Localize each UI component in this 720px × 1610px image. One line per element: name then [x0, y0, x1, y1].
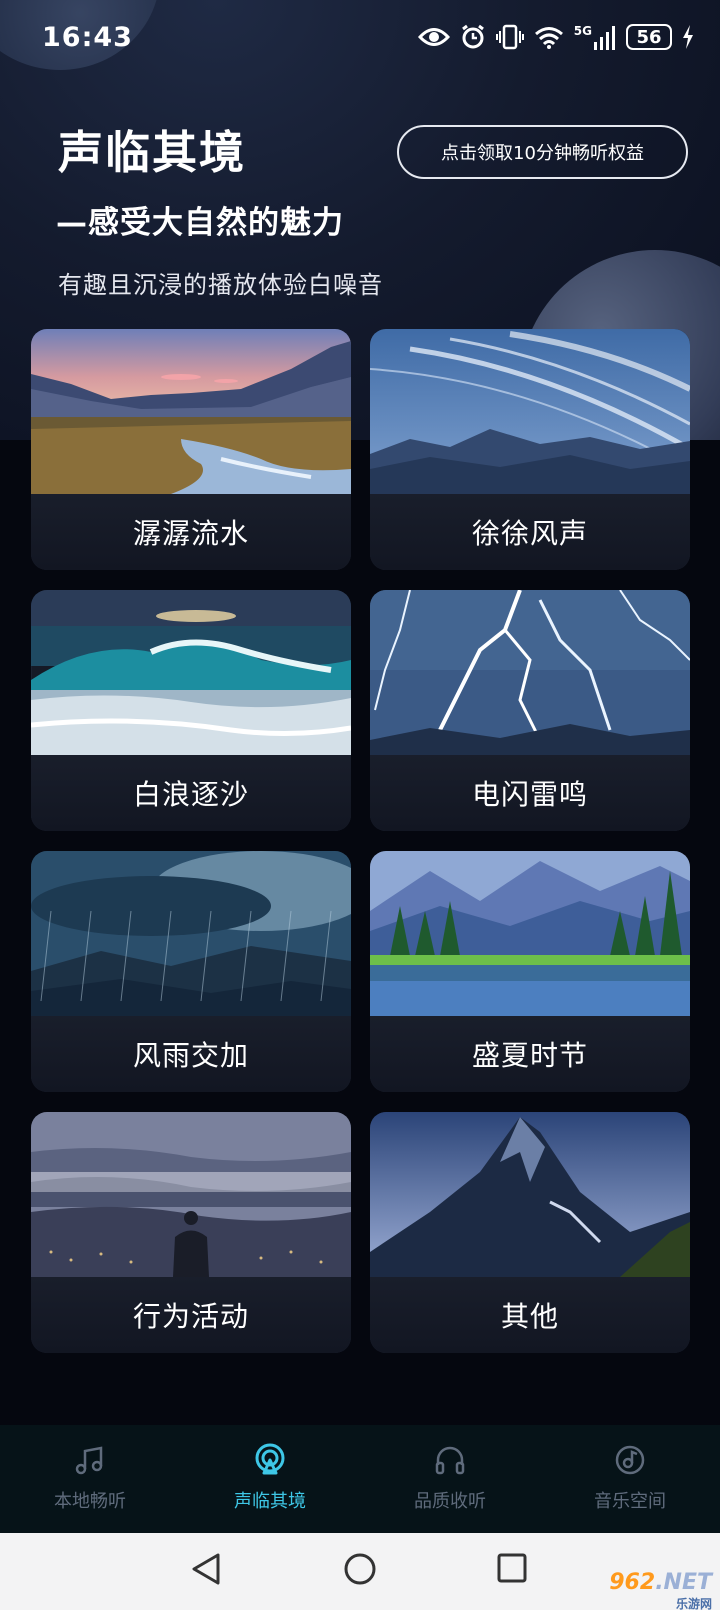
music-note-icon — [75, 1446, 103, 1475]
wind-streaks-image — [370, 329, 690, 494]
signal-icon — [594, 26, 615, 50]
back-icon[interactable] — [190, 1552, 222, 1586]
eye-icon — [417, 28, 450, 46]
scene-label: 潺潺流水 — [31, 494, 351, 570]
recents-icon[interactable] — [496, 1552, 528, 1584]
tab-immersive[interactable]: 声临其境 — [180, 1425, 360, 1533]
tab-quality-listening[interactable]: 品质收听 — [360, 1425, 540, 1533]
misty-person-image — [31, 1112, 351, 1277]
page-title: 声临其境 — [58, 126, 247, 179]
scene-card-rain[interactable]: 风雨交加 — [31, 851, 351, 1092]
nav-label: 本地畅听 — [54, 1491, 126, 1512]
vibrate-icon — [495, 24, 524, 50]
page-description: 有趣且沉浸的播放体验白噪音 — [58, 271, 383, 299]
scene-card-lightning[interactable]: 电闪雷鸣 — [370, 590, 690, 831]
scene-card-activity[interactable]: 行为活动 — [31, 1112, 351, 1353]
summer-lake-image — [370, 851, 690, 1016]
mountain-peak-image — [370, 1112, 690, 1277]
music-disc-icon — [615, 1445, 645, 1475]
lightning-image — [370, 590, 690, 755]
scene-card-wave[interactable]: 白浪逐沙 — [31, 590, 351, 831]
scene-label: 电闪雷鸣 — [370, 755, 690, 831]
bottom-navigation: 本地畅听 声临其境 品质收听 音乐空间 — [0, 1425, 720, 1533]
scene-grid: 潺潺流水 徐徐风声 白浪逐沙 电闪雷鸣 风雨交加 盛夏时节 行为活动 其他 — [31, 329, 690, 1353]
scene-label: 白浪逐沙 — [31, 755, 351, 831]
tab-music-space[interactable]: 音乐空间 — [540, 1425, 720, 1533]
battery-indicator: 56 — [626, 24, 672, 50]
scene-card-summer[interactable]: 盛夏时节 — [370, 851, 690, 1092]
home-icon[interactable] — [343, 1552, 377, 1586]
ocean-wave-image — [31, 590, 351, 755]
scene-card-wind[interactable]: 徐徐风声 — [370, 329, 690, 570]
scene-card-stream[interactable]: 潺潺流水 — [31, 329, 351, 570]
scene-label: 盛夏时节 — [370, 1016, 690, 1092]
scene-card-other[interactable]: 其他 — [370, 1112, 690, 1353]
stream-meadow-image — [31, 329, 351, 494]
watermark-text: 乐游网 — [675, 1597, 712, 1610]
broadcast-icon — [255, 1443, 285, 1475]
watermark-suffix: .NET — [655, 1570, 712, 1595]
charging-icon — [683, 25, 693, 49]
scene-label: 徐徐风声 — [370, 494, 690, 570]
network-type: 5G — [573, 24, 592, 38]
wifi-icon — [534, 27, 563, 49]
tab-local-listening[interactable]: 本地畅听 — [0, 1425, 180, 1533]
headphones-icon — [435, 1446, 465, 1475]
battery-level: 56 — [636, 26, 662, 48]
scene-label: 其他 — [370, 1277, 690, 1353]
nav-label: 音乐空间 — [594, 1491, 666, 1512]
status-time: 16:43 — [42, 22, 133, 53]
watermark-number: 962 — [609, 1570, 656, 1595]
claim-trial-button[interactable]: 点击领取10分钟畅听权益 — [397, 125, 688, 179]
nav-label: 声临其境 — [234, 1491, 306, 1512]
nav-label: 品质收听 — [414, 1491, 486, 1512]
scene-label: 风雨交加 — [31, 1016, 351, 1092]
status-bar: 16:43 5G 56 — [0, 0, 720, 84]
scene-label: 行为活动 — [31, 1277, 351, 1353]
site-watermark: 962.NET 乐游网 — [609, 1570, 712, 1610]
page-subtitle: —感受大自然的魅力 — [56, 205, 344, 241]
alarm-icon — [461, 24, 484, 49]
rain-storm-image — [31, 851, 351, 1016]
